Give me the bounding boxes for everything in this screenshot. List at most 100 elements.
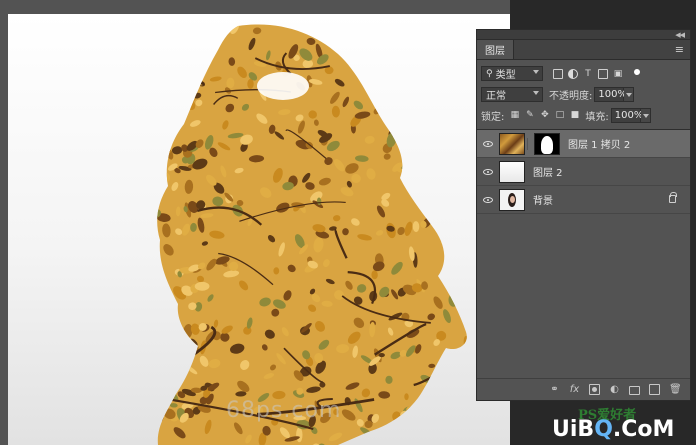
logo-main-left: UiB <box>552 417 595 442</box>
shape-filter-icon[interactable] <box>598 68 608 79</box>
leaf-shape <box>172 83 180 95</box>
leaf-shape <box>174 349 188 359</box>
add-mask-icon[interactable] <box>589 384 600 395</box>
leaf-shape <box>385 375 393 384</box>
layer-mask-thumbnail[interactable] <box>534 132 560 155</box>
visibility-toggle[interactable] <box>477 140 499 147</box>
leaf-shape <box>185 24 195 31</box>
panel-footer: ⚭ fx ◐ 🗑 <box>477 378 690 400</box>
leaf-shape <box>157 287 163 303</box>
site-logo: PS爱好者 UiBQ.CoM <box>552 404 692 442</box>
branch-stroke <box>157 30 205 86</box>
opacity-dropdown-button[interactable] <box>624 87 635 102</box>
adjustment-layer-icon[interactable]: ◐ <box>609 384 620 395</box>
leaf-shape <box>466 170 467 184</box>
leaf-shape <box>175 99 184 108</box>
link-layers-icon[interactable]: ⚭ <box>549 384 560 395</box>
leaf-shape <box>459 153 467 164</box>
leaf-shape <box>147 354 156 361</box>
new-layer-icon[interactable] <box>649 384 660 395</box>
leaf-shape <box>175 43 190 50</box>
leaf-shape <box>430 66 439 74</box>
layer-row[interactable]: 背景 <box>477 186 690 214</box>
leaf-shape <box>395 63 402 77</box>
blend-row: 正常 不透明度: 100% <box>477 84 690 105</box>
leaf-shape <box>449 35 459 46</box>
collapse-icon[interactable]: ◀◀ <box>675 31 685 39</box>
lock-row: 锁定: ▦ ✎ ✥ □ ■ 填充: 100% <box>477 105 690 126</box>
lock-pixels-icon[interactable]: ▦ <box>510 111 520 120</box>
leaf-shape <box>459 298 467 310</box>
search-icon: ⚲ <box>486 68 493 79</box>
leaf-shape <box>392 44 403 51</box>
layer-thumbnail <box>499 160 525 183</box>
layer-row[interactable]: 图层 2 <box>477 158 690 186</box>
layer-row[interactable]: 图层 1 拷贝 2 <box>477 130 690 158</box>
new-group-icon[interactable] <box>629 386 640 395</box>
leaf-shape <box>157 161 159 169</box>
tab-layers[interactable]: 图层 <box>477 40 514 59</box>
lock-artboard-icon[interactable]: □ <box>555 111 565 120</box>
leaf-shape <box>369 71 383 82</box>
leaf-shape <box>194 38 201 45</box>
leaf-shape <box>466 92 467 99</box>
panel-menu-icon[interactable]: ≡ <box>669 40 690 59</box>
leaf-shape <box>232 16 241 24</box>
panel-topbar[interactable]: ◀◀ <box>477 30 690 40</box>
logo-main-accent: Q <box>594 417 613 442</box>
blend-mode-dropdown[interactable]: 正常 <box>481 87 543 102</box>
leaf-shape <box>459 369 467 377</box>
leaf-shape <box>448 247 459 259</box>
eye-icon <box>483 140 493 147</box>
leaf-shape <box>399 99 409 109</box>
image-filter-icon[interactable] <box>553 68 563 79</box>
chevron-down-icon <box>533 91 539 95</box>
fill-input[interactable]: 100% <box>610 108 643 123</box>
leaf-shape <box>409 163 421 168</box>
leaf-shape <box>454 232 465 241</box>
leaf-shape <box>157 352 159 362</box>
filter-toggle-icon[interactable] <box>634 68 640 75</box>
lock-label: 锁定: <box>481 112 505 123</box>
lock-position-icon[interactable]: ✥ <box>540 111 549 120</box>
lock-all-icon[interactable]: ■ <box>570 111 580 120</box>
leaf-shape <box>444 243 453 251</box>
visibility-toggle[interactable] <box>477 196 499 203</box>
leaf-shape <box>203 17 212 24</box>
leaf-shape <box>451 364 465 371</box>
leaf-shape <box>431 392 439 406</box>
leaf-shape <box>412 185 424 196</box>
leaf-shape <box>361 46 369 57</box>
leaf-shape <box>444 269 452 276</box>
leaf-shape <box>414 405 424 415</box>
fx-icon[interactable]: fx <box>569 384 580 395</box>
document-canvas[interactable]: 68ps.com <box>8 14 510 445</box>
leaf-shape <box>197 25 210 39</box>
filter-kind-dropdown[interactable]: ⚲ 类型 <box>481 66 543 81</box>
adjustment-filter-icon[interactable] <box>568 68 578 79</box>
leaf-shape <box>190 85 198 93</box>
leaf-shape <box>157 95 166 109</box>
smart-object-filter-icon[interactable]: ▣ <box>613 69 623 79</box>
leaf-shape <box>162 33 172 44</box>
leaf-shape <box>420 123 429 131</box>
visibility-toggle[interactable] <box>477 168 499 175</box>
lock-icons: ▦ ✎ ✥ □ ■ <box>510 111 580 120</box>
leaf-shape <box>373 24 382 35</box>
leaf-shape <box>401 134 414 144</box>
mask-link-icon[interactable] <box>527 137 532 150</box>
leaf-shape <box>172 86 181 96</box>
lock-paint-icon[interactable]: ✎ <box>525 111 534 120</box>
text-filter-icon[interactable]: T <box>583 69 593 79</box>
leaf-shape <box>462 276 467 286</box>
eye-icon <box>483 196 493 203</box>
leaf-shape <box>441 129 447 136</box>
leaf-shape <box>394 104 404 114</box>
opacity-input[interactable]: 100% <box>594 87 627 102</box>
fill-dropdown-button[interactable] <box>640 108 651 123</box>
leaf-shape <box>196 24 210 26</box>
delete-icon[interactable]: 🗑 <box>669 384 682 395</box>
leaf-shape <box>447 426 456 435</box>
leaf-shape <box>144 223 152 234</box>
leaf-shape <box>467 212 476 223</box>
